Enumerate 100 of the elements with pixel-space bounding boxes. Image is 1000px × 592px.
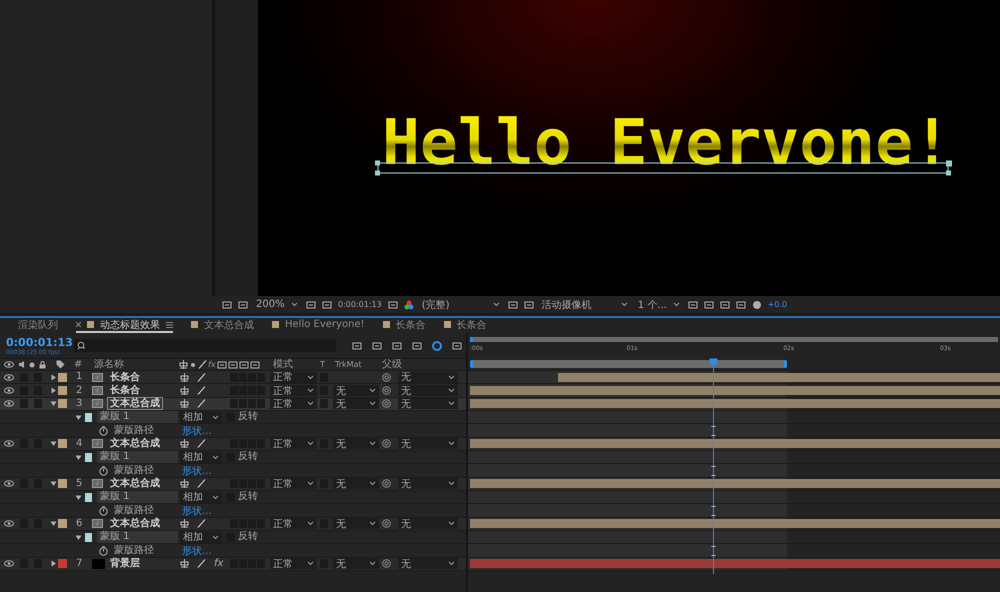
parent-dropdown[interactable]: 无 bbox=[398, 518, 458, 530]
layer-duration-bar[interactable] bbox=[470, 439, 1000, 448]
layer-row[interactable]: 6 文本总合成 正常 无 无 bbox=[0, 518, 466, 532]
layer-row[interactable]: 3 文本总合成 正常 无 无 bbox=[0, 398, 466, 412]
chevron-down-icon[interactable] bbox=[212, 534, 219, 540]
triangle-down-icon[interactable] bbox=[50, 400, 57, 408]
shy-switch-icon[interactable] bbox=[180, 372, 189, 382]
shy-switch-icon[interactable] bbox=[180, 519, 189, 528]
panel-tab[interactable]: Hello Everyone! bbox=[272, 318, 365, 332]
layer-duration-bar[interactable] bbox=[470, 386, 1000, 396]
eye-icon[interactable] bbox=[4, 361, 14, 368]
parent-dropdown[interactable]: 无 bbox=[398, 372, 458, 383]
chevron-down-icon[interactable] bbox=[307, 521, 314, 526]
pickwhip-icon[interactable] bbox=[382, 559, 391, 568]
eye-icon[interactable] bbox=[4, 560, 14, 568]
triangle-right-icon[interactable] bbox=[50, 560, 57, 568]
chevron-down-icon[interactable] bbox=[307, 374, 314, 380]
chevron-down-icon[interactable] bbox=[672, 302, 680, 307]
mask-row[interactable]: 蒙版 1 相加 反转 bbox=[0, 491, 466, 504]
mask-swatch[interactable] bbox=[85, 532, 92, 542]
quality-slash-icon[interactable] bbox=[197, 439, 206, 448]
layer-name[interactable]: 背景层 bbox=[107, 557, 143, 570]
chevron-down-icon[interactable] bbox=[307, 388, 314, 394]
chevron-down-icon[interactable] bbox=[369, 441, 376, 446]
motion-blur-icon[interactable] bbox=[432, 340, 442, 350]
chevron-down-icon[interactable] bbox=[448, 521, 455, 526]
panel-tab[interactable]: 渲染队列 bbox=[18, 318, 58, 332]
label-swatch[interactable] bbox=[58, 399, 67, 408]
chevron-down-icon[interactable] bbox=[448, 388, 455, 394]
parent-dropdown[interactable]: 无 bbox=[398, 385, 458, 396]
shape-value-link[interactable]: 形状... bbox=[182, 544, 212, 558]
layer-row[interactable]: 2 长条合 正常 无 无 bbox=[0, 384, 466, 398]
zoom-dropdown[interactable]: 200% bbox=[254, 298, 300, 310]
resolution-dropdown[interactable]: (完整) bbox=[420, 298, 502, 310]
chevron-down-icon[interactable] bbox=[369, 388, 376, 394]
panel-tab[interactable]: 长条合 bbox=[382, 318, 426, 332]
source-name-header[interactable]: 源名称 bbox=[94, 360, 124, 370]
blend-mode-dropdown[interactable]: 正常 bbox=[270, 558, 317, 570]
chevron-down-icon[interactable] bbox=[307, 481, 314, 486]
mask-mode-dropdown[interactable]: 相加 bbox=[180, 492, 222, 503]
panel-tab[interactable]: 文本总合成 bbox=[191, 318, 254, 332]
solo-icon[interactable] bbox=[29, 362, 35, 368]
quality-slash-icon[interactable] bbox=[197, 479, 206, 488]
chevron-down-icon[interactable] bbox=[448, 561, 455, 566]
search-field[interactable] bbox=[74, 339, 336, 352]
shy-switch-icon[interactable] bbox=[179, 360, 188, 369]
chevron-down-icon[interactable] bbox=[369, 401, 376, 406]
layer-row[interactable]: 4 文本总合成 正常 无 无 bbox=[0, 438, 466, 452]
eye-icon[interactable] bbox=[4, 374, 14, 381]
shy-switch-icon[interactable] bbox=[180, 399, 189, 408]
chevron-down-icon[interactable] bbox=[448, 401, 455, 406]
chevron-down-icon[interactable] bbox=[448, 481, 455, 486]
collapse-icon[interactable] bbox=[189, 360, 197, 368]
layer-duration-bar[interactable] bbox=[470, 399, 1000, 408]
time-navigator-bar[interactable] bbox=[470, 336, 998, 342]
composition-icon[interactable] bbox=[92, 439, 103, 448]
composition-icon[interactable] bbox=[92, 399, 103, 408]
lock-icon[interactable] bbox=[39, 360, 46, 368]
parent-dropdown[interactable]: 无 bbox=[398, 438, 458, 450]
layer-row[interactable]: 1 长条合 正常 无 bbox=[0, 371, 466, 384]
mask-swatch[interactable] bbox=[85, 492, 92, 502]
label-swatch[interactable] bbox=[58, 559, 67, 568]
blend-mode-dropdown[interactable]: 正常 bbox=[270, 398, 317, 410]
exposure-icon[interactable] bbox=[752, 300, 762, 310]
triangle-down-icon[interactable] bbox=[75, 454, 82, 461]
mask-mode-dropdown[interactable]: 相加 bbox=[180, 532, 222, 543]
track-matte-dropdown[interactable]: 无 bbox=[333, 438, 379, 450]
menu-icon[interactable] bbox=[166, 322, 173, 328]
label-swatch[interactable] bbox=[58, 372, 67, 382]
composition-icon[interactable] bbox=[92, 372, 103, 382]
chevron-down-icon[interactable] bbox=[291, 302, 298, 307]
pickwhip-icon[interactable] bbox=[382, 479, 391, 488]
layer-name[interactable]: 长条合 bbox=[107, 370, 143, 384]
camera-dropdown[interactable]: 活动摄像机 bbox=[540, 298, 630, 310]
blend-mode-dropdown[interactable]: 正常 bbox=[270, 385, 317, 396]
shape-value-link[interactable]: 形状... bbox=[182, 464, 212, 478]
mask-name[interactable]: 蒙版 1 bbox=[97, 491, 178, 504]
mask-name[interactable]: 蒙版 1 bbox=[97, 451, 178, 464]
layer-row[interactable]: 7 背景层 fx 正常 无 无 bbox=[0, 558, 466, 572]
layer-name[interactable]: 文本总合成 bbox=[107, 477, 163, 490]
parent-dropdown[interactable]: 无 bbox=[398, 478, 458, 490]
composition-icon[interactable] bbox=[92, 386, 103, 396]
chevron-down-icon[interactable] bbox=[212, 454, 219, 460]
shy-switch-icon[interactable] bbox=[180, 479, 189, 488]
mask-mode-dropdown[interactable]: 相加 bbox=[180, 412, 222, 423]
track-matte-dropdown[interactable]: 无 bbox=[333, 385, 379, 396]
triangle-down-icon[interactable] bbox=[75, 534, 82, 541]
exposure-value[interactable]: +0.0 bbox=[768, 300, 788, 309]
playhead-icon[interactable] bbox=[708, 358, 718, 367]
track-matte-dropdown[interactable]: 无 bbox=[333, 478, 379, 490]
chevron-down-icon[interactable] bbox=[620, 302, 628, 307]
eye-icon[interactable] bbox=[4, 520, 14, 528]
mask-row[interactable]: 蒙版 1 相加 反转 bbox=[0, 411, 466, 424]
layer-name[interactable]: 文本总合成 bbox=[107, 397, 163, 410]
shy-switch-icon[interactable] bbox=[180, 439, 189, 448]
eye-icon[interactable] bbox=[4, 480, 14, 488]
eye-icon[interactable] bbox=[4, 387, 14, 394]
search-icon[interactable] bbox=[77, 341, 86, 350]
triangle-down-icon[interactable] bbox=[75, 494, 82, 501]
label-swatch[interactable] bbox=[58, 386, 67, 396]
